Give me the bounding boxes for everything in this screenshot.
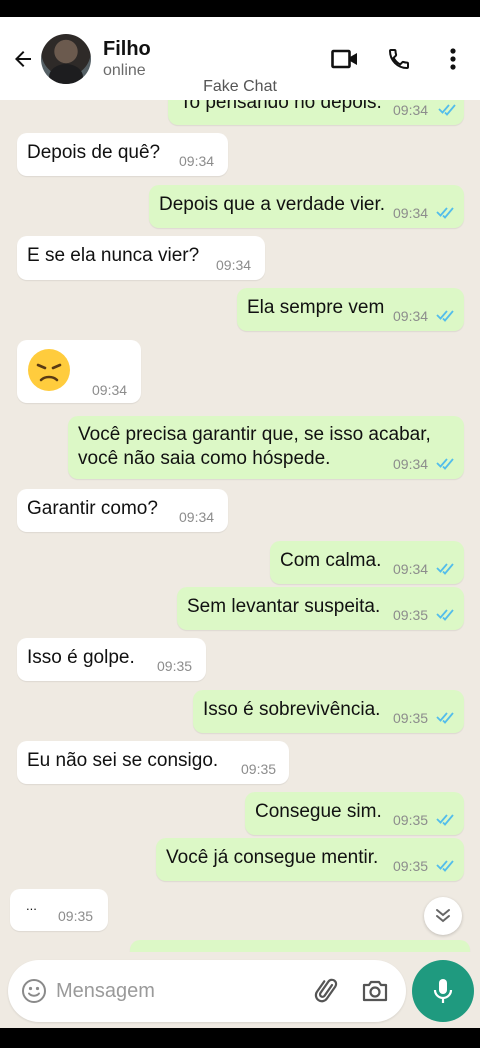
phone-icon <box>388 48 409 69</box>
message-text: Eu não sei se consigo. <box>27 750 219 771</box>
microphone-icon <box>433 979 453 1003</box>
message-outgoing[interactable]: Sem levantar suspeita. 09:35 <box>177 587 464 630</box>
message-text: Depois de quê? <box>27 142 161 163</box>
read-ticks-icon <box>436 609 454 621</box>
video-camera-icon <box>331 49 357 68</box>
message-text: Depois que a verdade vier. <box>159 194 386 215</box>
scroll-to-bottom-button[interactable] <box>424 897 462 935</box>
navigation-bar <box>0 1028 480 1048</box>
message-outgoing[interactable]: Você já consegue mentir. 09:35 <box>156 838 464 881</box>
message-outgoing[interactable]: Depois que a verdade vier. 09:34 <box>149 185 464 228</box>
read-ticks-icon <box>436 207 454 219</box>
contact-info[interactable]: Filho online <box>103 37 151 81</box>
message-incoming[interactable]: Garantir como? 09:34 <box>17 489 228 532</box>
attach-button[interactable] <box>312 976 342 1006</box>
arrow-left-icon <box>15 50 31 67</box>
emoji-button[interactable] <box>20 977 48 1005</box>
message-outgoing[interactable]: Consegue sim. 09:35 <box>245 792 464 835</box>
read-ticks-icon <box>436 310 454 322</box>
message-text: To pensando no depois. <box>180 100 382 113</box>
message-time: 09:34 <box>216 257 252 273</box>
message-time: 09:35 <box>393 710 429 726</box>
message-time: 09:35 <box>157 658 193 674</box>
back-button[interactable] <box>8 44 38 74</box>
message-incoming[interactable]: Eu não sei se consigo. 09:35 <box>17 741 289 784</box>
message-time: 09:34 <box>92 382 128 398</box>
read-ticks-icon <box>436 712 454 724</box>
message-time: 09:35 <box>58 908 94 924</box>
message-time: 09:34 <box>393 561 429 577</box>
status-bar <box>0 0 480 17</box>
composer-bar <box>0 952 480 1028</box>
read-ticks-icon <box>438 104 456 116</box>
message-time: 09:35 <box>393 858 429 874</box>
read-ticks-icon <box>436 458 454 470</box>
camera-button[interactable] <box>360 976 390 1006</box>
more-options-button[interactable] <box>438 44 468 74</box>
message-text-line1: Você precisa garantir que, se isso acaba… <box>78 424 431 445</box>
message-time: 09:34 <box>393 456 429 472</box>
message-text: Garantir como? <box>27 498 158 519</box>
message-outgoing-partial[interactable] <box>130 940 470 952</box>
message-input-container[interactable] <box>8 960 406 1022</box>
message-text: Isso é golpe. <box>27 647 135 668</box>
message-text: ... <box>26 898 37 913</box>
message-outgoing[interactable]: To pensando no depois. 09:34 <box>168 100 464 125</box>
message-time: 09:34 <box>393 308 429 324</box>
watermark-label: Fake Chat <box>203 78 277 95</box>
message-time: 09:35 <box>393 607 429 623</box>
chat-area[interactable]: To pensando no depois. 09:34 Depois de q… <box>0 100 480 952</box>
double-chevron-down-icon <box>436 909 450 923</box>
video-call-button[interactable] <box>330 44 360 74</box>
message-time: 09:34 <box>179 153 215 169</box>
avatar[interactable] <box>41 33 91 84</box>
message-text-line2: você não saia como hóspede. <box>78 448 331 469</box>
message-incoming[interactable]: E se ela nunca vier? 09:34 <box>17 236 265 280</box>
message-input[interactable] <box>56 979 296 1003</box>
read-ticks-icon <box>436 860 454 872</box>
smiley-icon <box>22 979 46 1003</box>
read-ticks-icon <box>436 563 454 575</box>
message-time: 09:35 <box>393 812 429 828</box>
message-outgoing[interactable]: Você precisa garantir que, se isso acaba… <box>68 416 464 479</box>
message-incoming[interactable]: ... 09:35 <box>10 889 108 931</box>
paperclip-icon <box>314 978 338 1003</box>
message-time: 09:35 <box>241 761 277 777</box>
message-outgoing[interactable]: Ela sempre vem 09:34 <box>237 288 464 331</box>
message-text: Ela sempre vem <box>247 297 385 318</box>
message-text: Sem levantar suspeita. <box>187 596 381 617</box>
voice-message-button[interactable] <box>412 960 474 1022</box>
message-outgoing[interactable]: Isso é sobrevivência. 09:35 <box>193 690 464 733</box>
camera-icon <box>362 980 388 1002</box>
message-text: Com calma. <box>280 550 382 571</box>
message-incoming[interactable]: 😞 09:34 <box>17 340 141 403</box>
message-text: E se ela nunca vier? <box>27 245 200 266</box>
read-ticks-icon <box>436 814 454 826</box>
message-text: Consegue sim. <box>255 801 382 822</box>
message-incoming[interactable]: Depois de quê? 09:34 <box>17 133 228 176</box>
message-time: 09:34 <box>393 102 429 118</box>
message-text: Isso é sobrevivência. <box>203 699 381 720</box>
message-time: 09:34 <box>393 205 429 221</box>
disappointed-face-icon <box>28 349 70 391</box>
message-text: Você já consegue mentir. <box>166 847 379 868</box>
contact-name: Filho <box>103 37 151 60</box>
more-vertical-icon <box>450 47 456 70</box>
message-incoming[interactable]: Isso é golpe. 09:35 <box>17 638 206 681</box>
voice-call-button[interactable] <box>384 44 414 74</box>
message-outgoing[interactable]: Com calma. 09:34 <box>270 541 464 584</box>
message-time: 09:34 <box>179 509 215 525</box>
